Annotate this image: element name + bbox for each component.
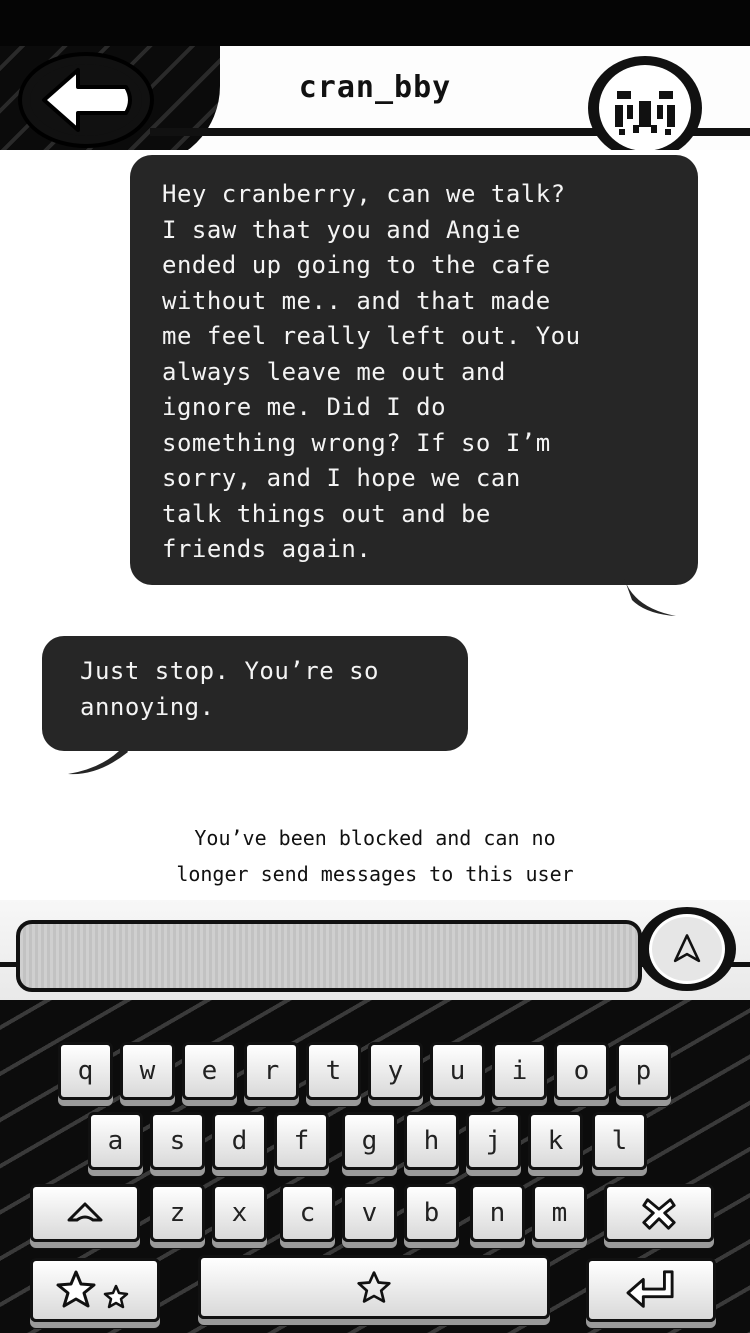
emoji-key[interactable] (30, 1258, 160, 1322)
key-j[interactable]: j (466, 1112, 521, 1170)
delete-x-icon (642, 1198, 676, 1230)
key-a[interactable]: a (88, 1112, 143, 1170)
enter-key[interactable] (586, 1258, 716, 1322)
key-h[interactable]: h (404, 1112, 459, 1170)
status-bar (0, 0, 750, 46)
key-p[interactable]: p (616, 1042, 671, 1100)
key-f[interactable]: f (274, 1112, 329, 1170)
key-n[interactable]: n (470, 1184, 525, 1242)
key-d[interactable]: d (212, 1112, 267, 1170)
key-g[interactable]: g (342, 1112, 397, 1170)
return-arrow-icon (626, 1270, 674, 1308)
key-k[interactable]: k (528, 1112, 583, 1170)
outgoing-bubble-tail (624, 578, 676, 616)
key-m[interactable]: m (532, 1184, 587, 1242)
shift-key[interactable] (30, 1184, 140, 1242)
delete-key[interactable] (604, 1184, 714, 1242)
key-u[interactable]: u (430, 1042, 485, 1100)
key-e[interactable]: e (182, 1042, 237, 1100)
space-key[interactable] (198, 1255, 550, 1319)
key-s[interactable]: s (150, 1112, 205, 1170)
send-button[interactable] (638, 907, 736, 991)
key-v[interactable]: v (342, 1184, 397, 1242)
key-o[interactable]: o (554, 1042, 609, 1100)
glitch-face-icon (615, 91, 675, 135)
incoming-bubble-tail (68, 746, 128, 775)
shift-arrow-icon (67, 1202, 103, 1222)
avatar[interactable] (588, 56, 702, 160)
key-l[interactable]: l (592, 1112, 647, 1170)
key-r[interactable]: r (244, 1042, 299, 1100)
key-x[interactable]: x (212, 1184, 267, 1242)
star-icon (357, 1271, 391, 1303)
send-arrow-icon (673, 934, 701, 963)
key-w[interactable]: w (120, 1042, 175, 1100)
outgoing-message: Hey cranberry, can we talk? I saw that y… (130, 155, 698, 585)
key-c[interactable]: c (280, 1184, 335, 1242)
key-t[interactable]: t (306, 1042, 361, 1100)
blocked-notice: You’ve been blocked and can no longer se… (176, 826, 574, 886)
key-b[interactable]: b (404, 1184, 459, 1242)
key-q[interactable]: q (58, 1042, 113, 1100)
message-input[interactable] (16, 920, 642, 992)
key-y[interactable]: y (368, 1042, 423, 1100)
stars-icon (56, 1270, 129, 1309)
key-z[interactable]: z (150, 1184, 205, 1242)
incoming-message: Just stop. You’re so annoying. (42, 636, 468, 751)
key-i[interactable]: i (492, 1042, 547, 1100)
